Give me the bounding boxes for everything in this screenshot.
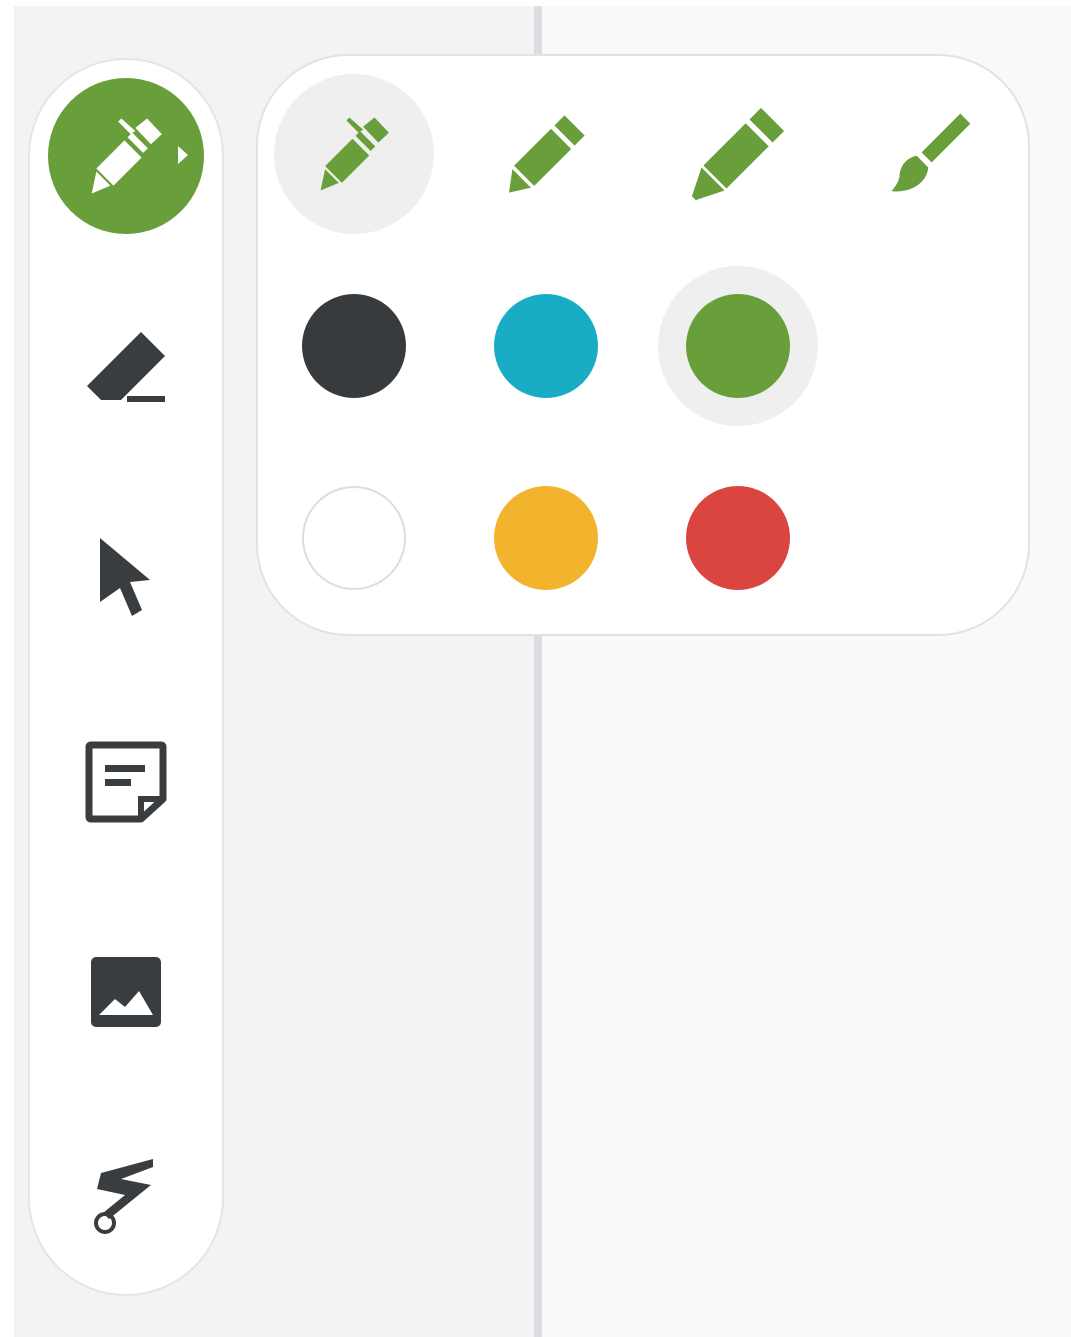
eraser-tool-button[interactable] [48,288,204,444]
laser-pointer-icon [94,1159,153,1234]
pen-type-pen[interactable] [274,74,434,234]
color-swatch-red[interactable] [658,458,818,618]
swatch-fill [494,486,598,590]
pen-icon [320,117,389,191]
select-tool-button[interactable] [48,500,204,656]
marker-icon [509,115,585,193]
pen-type-highlighter[interactable] [658,74,818,234]
color-swatch-white[interactable] [274,458,434,618]
color-swatch-black[interactable] [274,266,434,426]
highlighter-icon [691,107,785,201]
laser-pointer-tool-button[interactable] [48,1118,204,1274]
swatch-fill [686,486,790,590]
image-tool-button[interactable] [48,914,204,1070]
tool-bar [28,58,224,1296]
pen-type-brush[interactable] [850,74,1010,234]
flyout-caret-icon [178,146,188,164]
whiteboard-app [0,0,1071,1337]
image-icon [91,957,161,1027]
color-swatch-blue[interactable] [466,266,626,426]
swatch-fill [302,486,406,590]
eraser-icon [87,332,165,402]
brush-icon [891,113,971,192]
swatch-fill [686,294,790,398]
color-swatch-yellow[interactable] [466,458,626,618]
sticky-note-icon [85,741,167,823]
cursor-arrow-icon [100,538,150,616]
pen-icon [91,118,162,194]
swatch-fill [494,294,598,398]
swatch-fill [302,294,406,398]
color-swatch-green[interactable] [658,266,818,426]
sticky-note-tool-button[interactable] [48,704,204,860]
pen-type-marker[interactable] [466,74,626,234]
